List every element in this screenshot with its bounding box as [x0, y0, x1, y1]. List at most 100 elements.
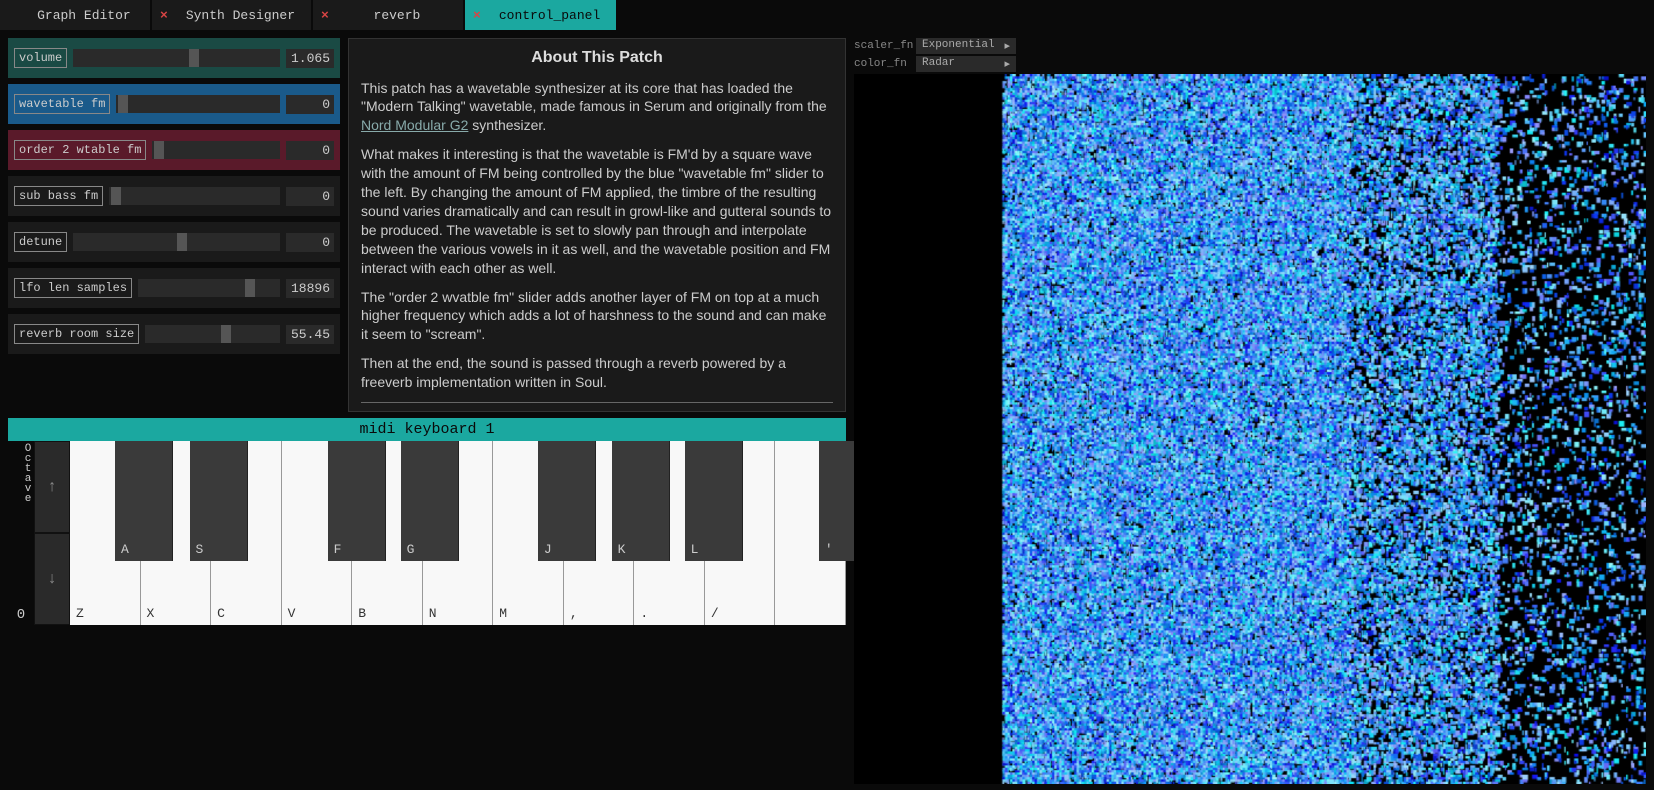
keyboard-section: midi keyboard 1 Octave 0 ↑ ↓ Z X C V B N M,. / … [8, 418, 846, 625]
key-label: / [711, 606, 719, 621]
key-label: , [570, 606, 578, 621]
slider-thumb[interactable] [245, 279, 255, 297]
chevron-icon: ▸ [1004, 39, 1010, 53]
tab-synth-designer[interactable]: × Synth Designer [152, 0, 311, 30]
black-key-S[interactable]: S [190, 441, 248, 561]
key-label: L [691, 542, 699, 557]
tab-label: Synth Designer [186, 8, 295, 23]
slider-thumb[interactable] [154, 141, 164, 159]
slider-track[interactable] [138, 279, 280, 297]
slider-label: wavetable fm [14, 94, 110, 114]
right-column: scaler_fn Exponential▸ color_fn Radar▸ [854, 38, 1646, 784]
key-label: K [618, 542, 626, 557]
scaler-fn-row: scaler_fn Exponential▸ [854, 38, 1646, 54]
slider-track[interactable] [145, 325, 280, 343]
slider-value: 0 [286, 95, 334, 114]
about-panel: About This Patch This patch has a waveta… [348, 38, 846, 412]
main-area: volume 1.065 wavetable fm 0 order 2 wtable f… [0, 30, 1654, 790]
key-label: G [407, 542, 415, 557]
slider-reverb-room-size: reverb room size 55.45 [8, 314, 340, 354]
about-divider [361, 402, 833, 403]
slider-thumb[interactable] [118, 95, 128, 113]
slider-value: 55.45 [286, 325, 334, 344]
octave-value: 0 [8, 605, 34, 625]
slider-label: lfo len samples [14, 278, 132, 298]
color-fn-row: color_fn Radar▸ [854, 56, 1646, 72]
octave-buttons: ↑ ↓ [34, 441, 70, 625]
slider-value: 1.065 [286, 49, 334, 68]
tab-reverb[interactable]: × reverb [313, 0, 463, 30]
key-label: V [288, 606, 296, 621]
key-label: C [217, 606, 225, 621]
key-label: Z [76, 606, 84, 621]
slider-label: volume [14, 48, 67, 68]
slider-label: order 2 wtable fm [14, 140, 146, 160]
octave-down-button[interactable]: ↓ [34, 533, 70, 625]
tab-control_panel[interactable]: ×control_panel [465, 0, 616, 30]
slider-detune: detune0 [8, 222, 340, 262]
slider-sub-bass-fm: sub bass fm0 [8, 176, 340, 216]
scaler-fn-label: scaler_fn [854, 40, 910, 52]
octave-label: Octave [8, 441, 34, 505]
close-icon[interactable]: × [473, 8, 481, 23]
black-key-J[interactable]: J [538, 441, 596, 561]
left-column: volume 1.065 wavetable fm 0 order 2 wtable f… [8, 38, 846, 784]
about-p4: Then at the end, the sound is passed thr… [361, 354, 833, 392]
color-fn-label: color_fn [854, 58, 910, 70]
black-key-L[interactable]: L [685, 441, 743, 561]
slider-thumb[interactable] [221, 325, 231, 343]
slider-label: sub bass fm [14, 186, 103, 206]
controls-row: volume 1.065 wavetable fm 0 order 2 wtable f… [8, 38, 846, 412]
slider-thumb[interactable] [111, 187, 121, 205]
keyboard-title: midi keyboard 1 [8, 418, 846, 441]
key-label: M [499, 606, 507, 621]
slider-track[interactable] [73, 49, 280, 67]
slider-track[interactable] [109, 187, 280, 205]
slider-value: 0 [286, 233, 334, 252]
spectrogram-canvas[interactable] [854, 74, 1646, 784]
slider-thumb[interactable] [177, 233, 187, 251]
tab-graph-editor[interactable]: ×Graph Editor [0, 0, 150, 30]
color-fn-select[interactable]: Radar▸ [916, 56, 1016, 72]
slider-wavetable-fm: wavetable fm 0 [8, 84, 340, 124]
key-label: S [196, 542, 204, 557]
chevron-icon: ▸ [1004, 57, 1010, 71]
slider-value: 18896 [286, 279, 334, 298]
black-key-G[interactable]: G [401, 441, 459, 561]
slider-track[interactable] [116, 95, 280, 113]
about-p2: What makes it interesting is that the wa… [361, 145, 833, 277]
black-key-F[interactable]: F [328, 441, 386, 561]
slider-thumb[interactable] [189, 49, 199, 67]
key-label: . [640, 606, 648, 621]
nord-link[interactable]: Nord Modular G2 [361, 117, 468, 133]
keyboard-body: Octave 0 ↑ ↓ Z X C V B N M,. / A S F G J K L ' [8, 441, 846, 625]
scaler-fn-select[interactable]: Exponential▸ [916, 38, 1016, 54]
octave-up-button[interactable]: ↑ [34, 441, 70, 533]
sliders-panel: volume 1.065 wavetable fm 0 order 2 wtable f… [8, 38, 340, 412]
about-title: About This Patch [361, 47, 833, 69]
about-p1: This patch has a wavetable synthesizer a… [361, 79, 833, 136]
slider-track[interactable] [73, 233, 280, 251]
key-label: ' [825, 542, 833, 557]
black-key-A[interactable]: A [115, 441, 173, 561]
key-label: J [544, 542, 552, 557]
slider-value: 0 [286, 141, 334, 160]
close-icon[interactable]: × [160, 8, 168, 23]
vis-controls: scaler_fn Exponential▸ color_fn Radar▸ [854, 38, 1646, 72]
tab-label: Graph Editor [34, 8, 134, 23]
key-label: B [358, 606, 366, 621]
key-label: X [147, 606, 155, 621]
key-label: F [334, 542, 342, 557]
slider-volume: volume 1.065 [8, 38, 340, 78]
black-key-K[interactable]: K [612, 441, 670, 561]
slider-label: reverb room size [14, 324, 139, 344]
key-label: A [121, 542, 129, 557]
key-label: N [429, 606, 437, 621]
about-p3: The "order 2 wvatble fm" slider adds ano… [361, 288, 833, 345]
octave-label-col: Octave 0 [8, 441, 34, 625]
close-icon[interactable]: × [321, 8, 329, 23]
tab-bar: ×Graph Editor×Synth Designer×reverb×cont… [0, 0, 1654, 30]
slider-lfo-len-samples: lfo len samples 18896 [8, 268, 340, 308]
slider-track[interactable] [152, 141, 280, 159]
tab-label: reverb [347, 8, 447, 23]
